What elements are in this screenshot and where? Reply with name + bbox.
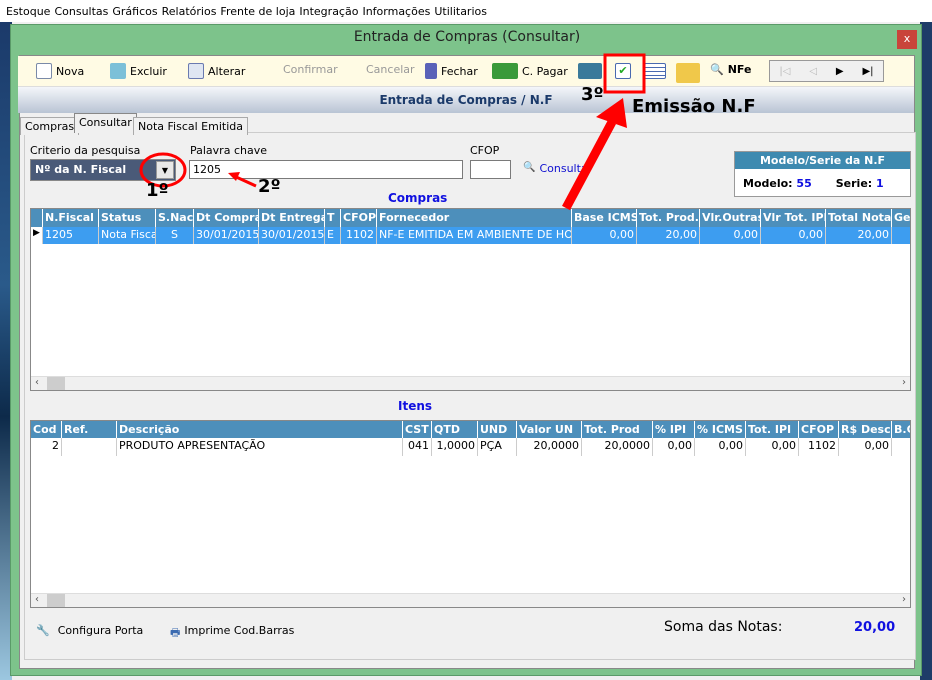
annotation-step-2: 2º bbox=[258, 176, 281, 197]
annotation-box bbox=[603, 53, 646, 94]
annotation-step-3: 3º bbox=[581, 84, 604, 105]
annotation-arrow-3 bbox=[562, 119, 616, 211]
annotation-emissao-nf: Emissão N.F bbox=[632, 96, 756, 117]
annotation-step-1: 1º bbox=[146, 180, 169, 201]
annotation-overlay bbox=[139, 53, 646, 211]
